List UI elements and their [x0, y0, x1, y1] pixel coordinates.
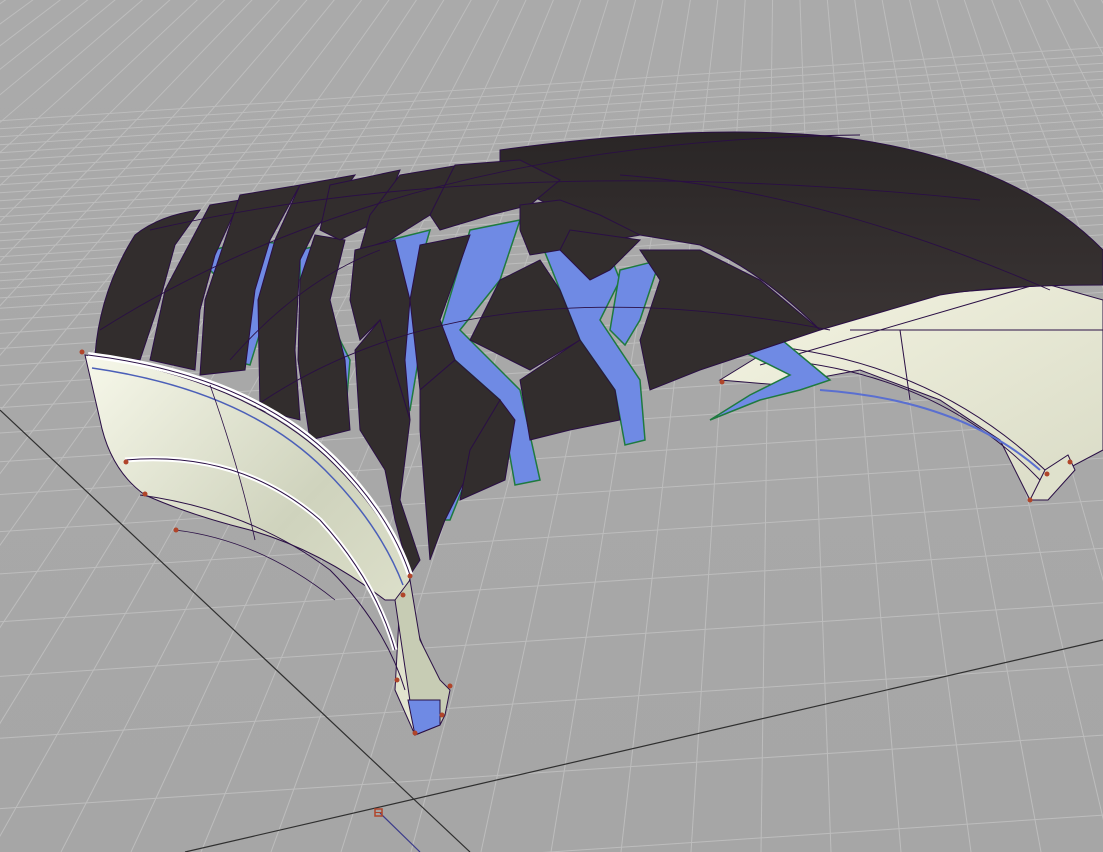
control-point [1027, 497, 1033, 503]
control-point [400, 592, 406, 598]
grid-line [0, 46, 1103, 122]
control-point [1067, 459, 1073, 465]
control-point [394, 677, 400, 683]
grid-line [760, 0, 774, 852]
grid-line [0, 547, 1103, 623]
grid-line [0, 62, 1103, 138]
grid-line [0, 664, 1103, 739]
control-point [79, 349, 85, 355]
grid-line [854, 0, 972, 852]
control-point [719, 379, 725, 385]
control-point [447, 683, 453, 689]
grid-line [799, 0, 832, 852]
grid-line [826, 0, 902, 852]
grid-line [0, 602, 1103, 677]
scene-canvas[interactable] [0, 0, 1103, 852]
3d-viewport[interactable] [0, 0, 1103, 852]
grid-line [0, 734, 1103, 810]
control-point [412, 730, 418, 736]
control-point [142, 491, 148, 497]
control-point [407, 573, 413, 579]
control-point [439, 712, 445, 718]
pivot-marker-icon[interactable] [374, 808, 383, 817]
tire-model[interactable] [79, 131, 1103, 736]
control-point [123, 459, 129, 465]
control-point [173, 527, 179, 533]
control-point [1044, 471, 1050, 477]
